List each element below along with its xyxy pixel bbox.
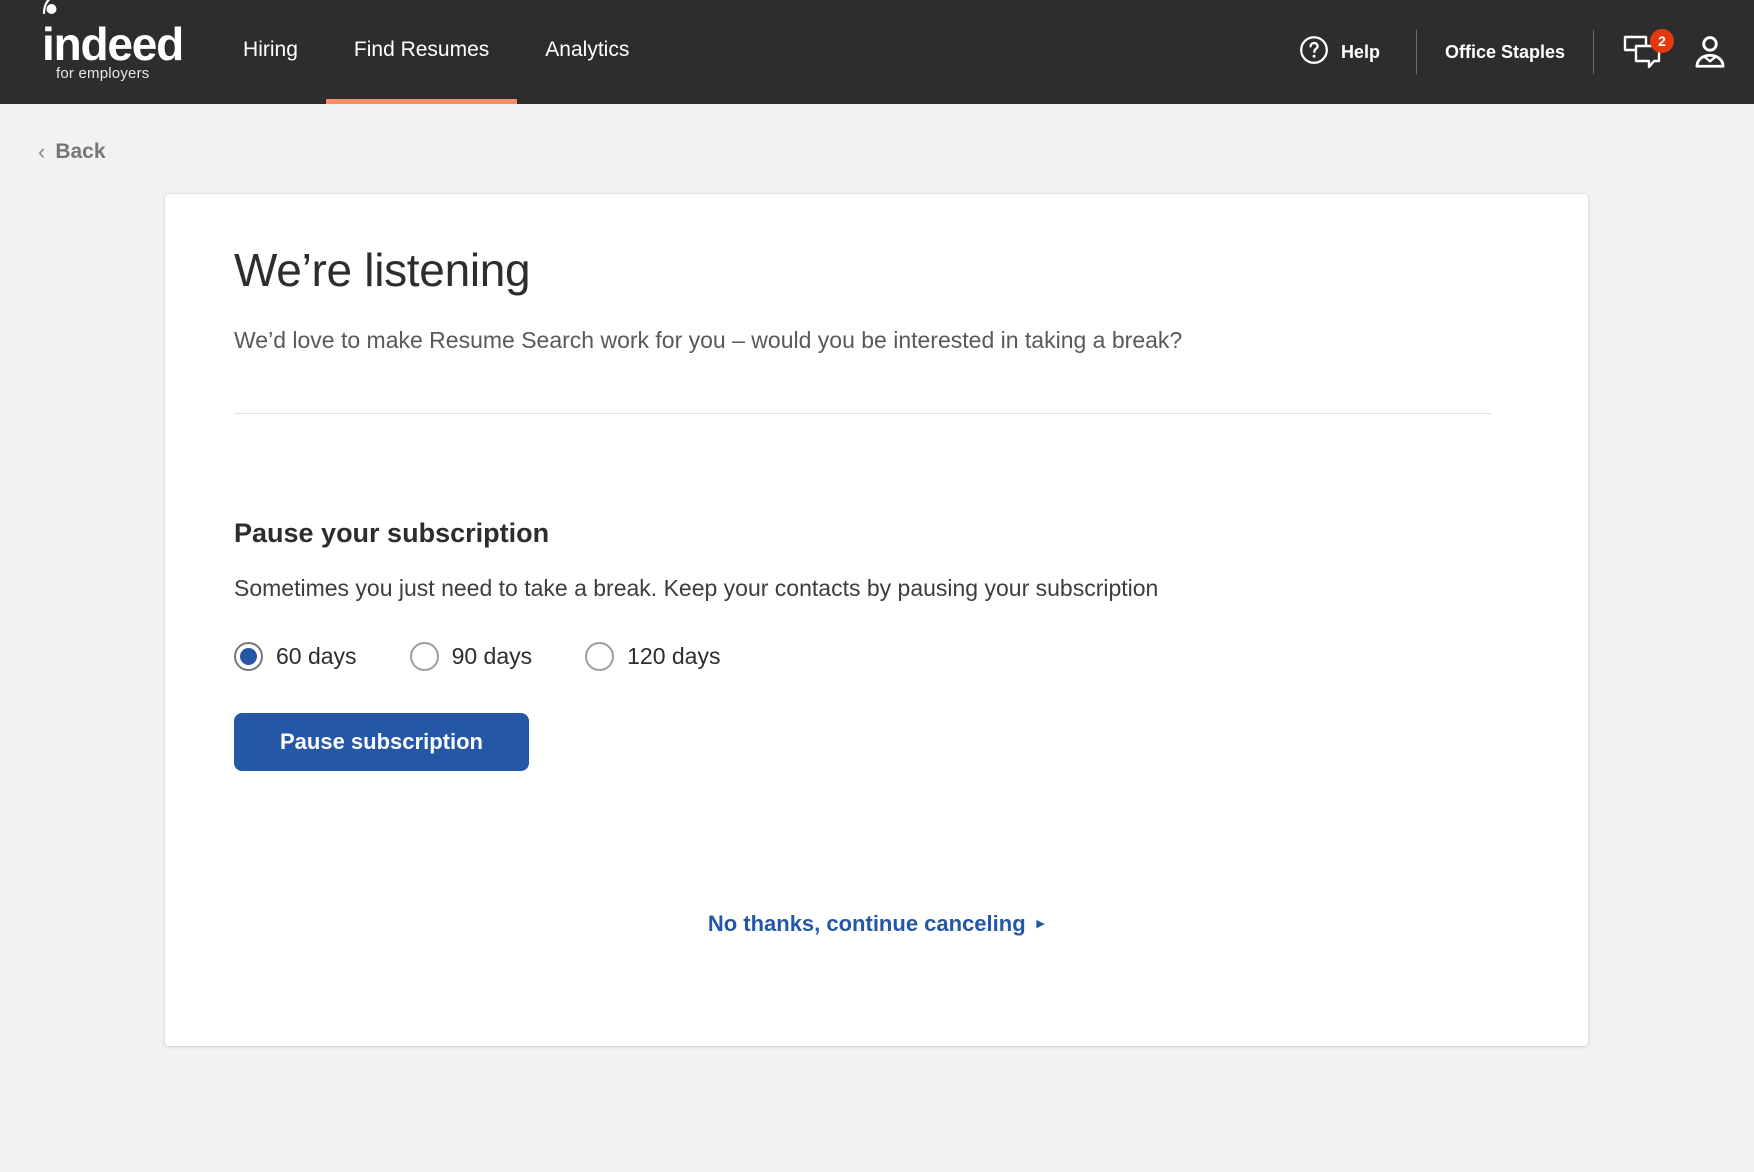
navbar-tabs: Hiring Find Resumes Analytics <box>215 0 657 104</box>
main-card: We’re listening We’d love to make Resume… <box>165 194 1588 1046</box>
radio-option-90-days[interactable]: 90 days <box>409 641 533 671</box>
top-navbar: indeed for employers Hiring Find Resumes… <box>0 0 1754 104</box>
pause-subscription-button[interactable]: Pause subscription <box>234 712 529 771</box>
tab-analytics-label: Analytics <box>545 37 630 61</box>
page-title: We’re listening <box>234 244 531 296</box>
help-label: Help <box>1340 41 1380 62</box>
navbar-left-group: indeed for employers Hiring Find Resumes… <box>0 0 657 104</box>
tab-hiring[interactable]: Hiring <box>215 0 326 104</box>
radio-option-60-days[interactable]: 60 days <box>234 641 357 671</box>
radio-label-120-days: 120 days <box>627 642 721 669</box>
navbar-icon-group: 2 <box>1622 29 1728 70</box>
navbar-right-group: Help Office Staples 2 <box>1290 0 1754 104</box>
continue-canceling-row: No thanks, continue canceling ▸ <box>234 911 1518 937</box>
chevron-left-icon: ‹ <box>38 139 46 164</box>
tab-find-resumes[interactable]: Find Resumes <box>325 0 518 104</box>
back-button[interactable]: ‹ Back <box>0 104 106 164</box>
back-label: Back <box>55 140 106 163</box>
radio-option-120-days[interactable]: 120 days <box>585 641 721 671</box>
messages-badge: 2 <box>1650 29 1674 53</box>
radio-indicator-90-days <box>409 641 439 671</box>
indeed-logo-wordmark: indeed <box>42 18 184 70</box>
page-subtitle: We’d love to make Resume Search work for… <box>234 326 1183 353</box>
tab-hiring-label: Hiring <box>243 37 298 61</box>
pause-duration-radio-group: 60 days 90 days 120 days <box>234 641 1518 671</box>
section-description: Sometimes you just need to take a break.… <box>234 574 1159 601</box>
indeed-logo[interactable]: indeed for employers <box>38 0 215 104</box>
radio-indicator-120-days <box>585 641 615 671</box>
profile-button[interactable] <box>1692 34 1728 70</box>
navbar-divider-1 <box>1415 30 1417 74</box>
indeed-swoosh-icon <box>42 0 78 15</box>
account-name[interactable]: Office Staples <box>1445 42 1565 63</box>
messages-icon <box>1622 35 1666 74</box>
continue-canceling-label: No thanks, continue canceling <box>707 910 1026 936</box>
radio-label-90-days: 90 days <box>451 642 533 669</box>
chevron-right-icon: ▸ <box>1036 915 1045 933</box>
messages-button[interactable]: 2 <box>1622 29 1674 70</box>
tab-analytics[interactable]: Analytics <box>517 0 657 104</box>
section-divider <box>234 412 1492 414</box>
navbar-divider-2 <box>1593 30 1594 74</box>
radio-label-60-days: 60 days <box>276 642 357 669</box>
continue-canceling-link[interactable]: No thanks, continue canceling ▸ <box>708 911 1044 937</box>
radio-indicator-60-days <box>234 641 263 671</box>
question-circle-icon <box>1298 34 1330 71</box>
section-heading: Pause your subscription <box>234 517 550 548</box>
help-button[interactable]: Help <box>1290 34 1388 71</box>
card-content: We’re listening We’d love to make Resume… <box>165 194 1588 937</box>
tab-find-resumes-label: Find Resumes <box>353 37 490 61</box>
user-avatar-icon <box>1692 36 1728 74</box>
